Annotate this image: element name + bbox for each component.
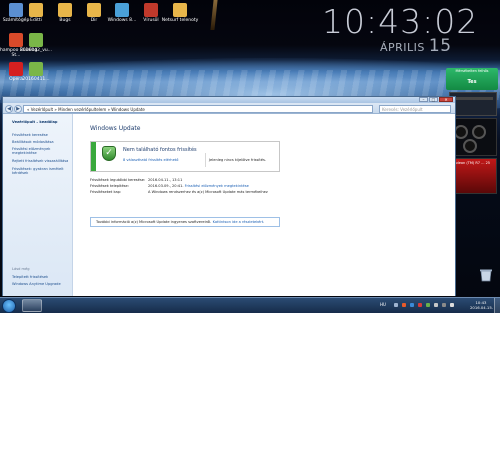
status-divider [205,153,206,167]
desktop-date: ÁPRILIS 15 [380,36,452,56]
date-month: ÁPRILIS [380,41,425,54]
desktop-shortcut-icon [29,33,43,47]
sidebar-item-faq[interactable]: Frissítések: gyakran ismételt kérdések [12,167,70,175]
date-day: 15 [428,36,452,56]
sidebar-item-installed-updates[interactable]: Telepített frissítések [12,275,70,279]
taskbar-date: 2016.04.15. [470,305,493,310]
address-toolbar: ◀ ▶ « Vezérlőpult » Minden vezérlőpultel… [3,103,455,114]
main-content: Windows Update ✓ Nem található fontos fr… [73,114,455,296]
gpu-monitor-text: Radeon (TM) R7 ... 25 °C [452,161,491,169]
show-desktop-button[interactable] [494,298,500,313]
weather-title: Mérsékelten felhős [455,69,489,73]
close-button[interactable]: ✕ [439,97,453,102]
update-status-box: ✓ Nem található fontos frissítés 8 válas… [90,141,280,172]
search-input[interactable]: Keresés: Vezérlőpult [379,104,451,113]
info-key: Frissítések legutóbbi keresése: [90,178,146,182]
info-value: 2016.03.09., 20:41. Frissítési előzménye… [148,184,249,188]
desktop-shortcut-icon [29,62,43,76]
info-value-text: 2016.03.09., 20:41. [148,184,185,188]
desktop: Számítógép Editti Bugs Dir Windows 8... Vírus… [0,0,500,313]
address-bar[interactable]: « Vezérlőpult » Minden vezérlőpultelem »… [23,104,373,113]
desktop-shortcut-icon [173,3,187,17]
wallpaper-mast [210,0,218,30]
microsoft-update-notice: További információ a(z) Microsoft Update… [90,217,280,227]
tray-language[interactable]: HU [380,302,386,307]
info-key: Frissítéseket kap: [90,190,122,194]
tray-app-icon[interactable] [418,303,422,307]
sidebar-item-anytime-upgrade[interactable]: Windows Anytime Upgrade [12,282,70,286]
memory-dial-icon [472,125,486,139]
info-value: 2016.04.11., 13:11 [148,178,183,182]
sidebar-item-check-updates[interactable]: Frissítések keresése [12,133,70,137]
gpu-monitor-gadget[interactable]: Radeon (TM) R7 ... 25 °C [449,158,497,194]
desktop-icon-label: Netsurf telenoty [161,18,199,23]
task-sidebar: Vezérlőpult – kezdőlap Frissítések keres… [3,114,73,296]
gpu-dial-icon [463,139,477,153]
tray-arrow-icon[interactable] [394,303,398,307]
view-history-link[interactable]: Frissítési előzmények megtekintése [185,184,249,188]
notice-details-link[interactable]: Kattintson ide a részletekért. [213,220,265,224]
minimize-button[interactable]: – [419,97,428,102]
back-arrow-icon[interactable]: ◀ [5,104,13,113]
taskbar-clock[interactable]: 10:43 2016.04.15. [470,300,493,310]
tray-app-icon[interactable] [402,303,406,307]
sidebar-item-view-history[interactable]: Frissítési előzmények megtekintése [12,147,70,155]
forward-arrow-icon[interactable]: ▶ [14,104,22,113]
taskbar-app-control-panel[interactable] [22,299,42,312]
volume-icon[interactable] [450,303,454,307]
no-selection-text: Jelenleg nincs kijelölve frissítés. [209,158,267,162]
calendar-bar [453,97,493,100]
info-key: Frissítések telepítése: [90,184,129,188]
optional-updates-link[interactable]: 8 választható frissítés elérhető [123,158,178,162]
maximize-button[interactable]: □ [429,97,438,102]
shield-check-icon: ✓ [102,146,116,161]
cpu-meter-gadget[interactable] [449,118,497,156]
status-title: Nem található fontos frissítés [123,147,197,153]
desktop-icon-label: 20160411... [22,77,50,82]
page-title: Windows Update [90,125,141,132]
cpu-dial-icon [454,125,468,139]
windows-update-window: – □ ✕ ◀ ▶ « Vezérlőpult » Minden vezérlő… [2,96,456,296]
info-value: A Windows rendszerhez és a(z) Microsoft … [148,190,268,194]
sidebar-see-also: Lásd még [12,267,30,271]
calendar-gadget[interactable] [449,92,497,116]
tray-app-icon[interactable] [434,303,438,307]
desktop-icon[interactable]: Netsurf telenoty [156,3,204,23]
tray-app-icon[interactable] [410,303,414,307]
weather-gadget[interactable]: Mérsékelten felhős Tes [446,68,498,90]
status-color-bar [91,142,96,171]
network-icon[interactable] [442,303,446,307]
sidebar-item-restore-hidden[interactable]: Rejtett frissítések visszaállítása [12,159,70,163]
tray-app-icon[interactable] [426,303,430,307]
weather-city: Tes [467,79,477,85]
desktop-icon[interactable]: 20160411... [12,62,60,82]
recycle-bin-icon[interactable] [478,268,494,282]
sidebar-home-link[interactable]: Vezérlőpult – kezdőlap [12,120,70,124]
start-button[interactable] [2,299,16,313]
desktop-icon[interactable]: 2016042_vu... [12,33,60,53]
taskbar: HU 10:43 2016.04.15. [0,297,500,313]
sidebar-item-change-settings[interactable]: Beállítások módosítása [12,140,70,144]
notice-text: További információ a(z) Microsoft Update… [96,220,213,224]
desktop-icon-label: 2016042_vu... [19,48,53,53]
